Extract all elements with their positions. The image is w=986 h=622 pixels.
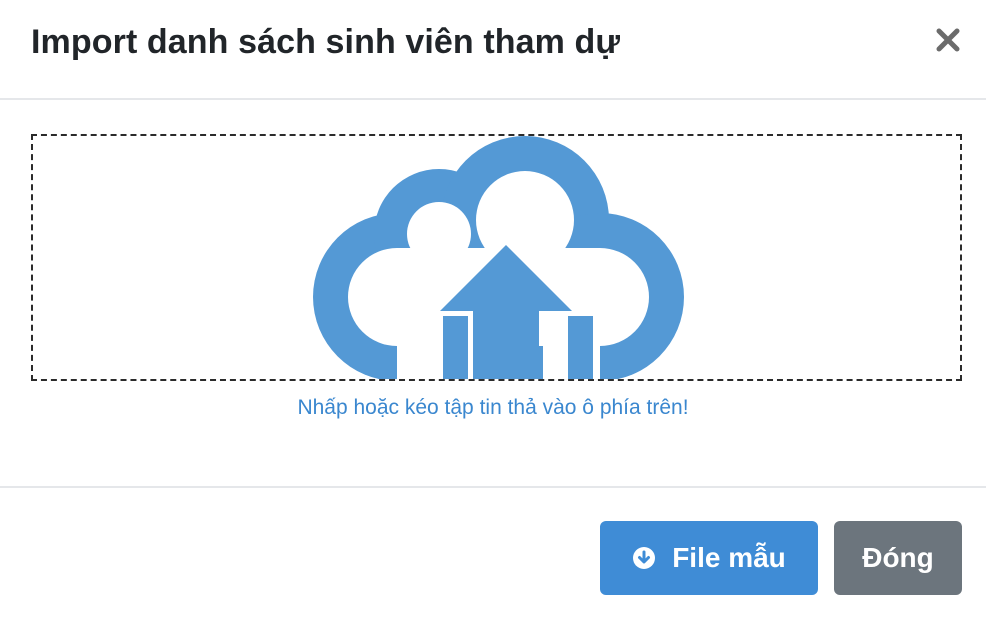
download-template-label: File mẫu	[672, 542, 786, 573]
close-icon	[936, 28, 960, 52]
close-modal-button[interactable]: Đóng	[834, 521, 962, 595]
download-template-button[interactable]: File mẫu	[600, 521, 818, 595]
modal-footer: File mẫu Đóng	[0, 486, 986, 622]
import-modal: Import danh sách sinh viên tham dự Nhấp …	[0, 0, 986, 622]
modal-title: Import danh sách sinh viên tham dự	[31, 23, 621, 61]
modal-header: Import danh sách sinh viên tham dự	[0, 0, 986, 100]
file-dropzone[interactable]	[31, 134, 962, 381]
close-button[interactable]	[930, 22, 966, 58]
cloud-upload-icon	[313, 136, 684, 379]
download-circle-icon	[632, 546, 656, 570]
dropzone-hint: Nhấp hoặc kéo tập tin thả vào ô phía trê…	[297, 396, 689, 419]
